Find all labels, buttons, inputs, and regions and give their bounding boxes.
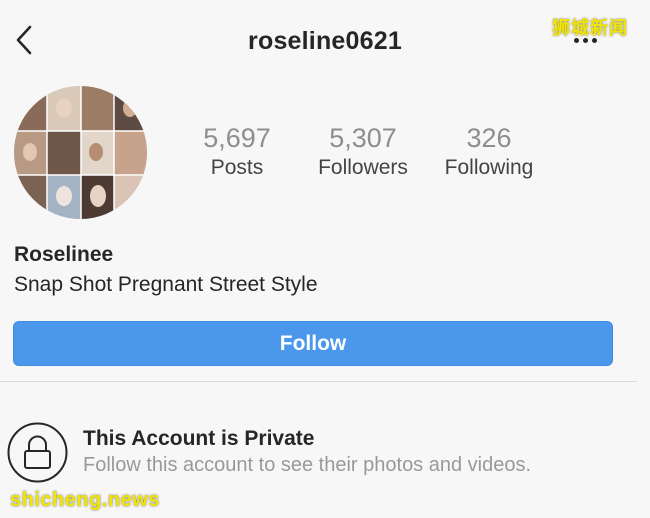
avatar-collage-image <box>14 86 147 219</box>
private-account-title: This Account is Private <box>83 427 315 450</box>
lock-icon <box>7 422 68 483</box>
following-label: Following <box>444 156 534 179</box>
watermark-bottom: shicheng.news <box>10 489 160 511</box>
stat-followers[interactable]: 5,307 Followers <box>293 122 433 182</box>
posts-count: 5,697 <box>203 123 271 153</box>
profile-bio: Snap Shot Pregnant Street Style <box>14 273 318 296</box>
stat-following[interactable]: 326 Following <box>419 122 559 182</box>
profile-avatar[interactable] <box>14 86 147 219</box>
posts-label: Posts <box>210 156 264 179</box>
section-divider <box>0 381 637 382</box>
followers-count: 5,307 <box>329 123 397 153</box>
private-account-subtitle: Follow this account to see their photos … <box>83 454 532 476</box>
followers-label: Followers <box>318 156 408 179</box>
stat-posts[interactable]: 5,697 Posts <box>167 122 307 182</box>
watermark-top: 狮城新闻 <box>552 18 628 38</box>
following-count: 326 <box>466 123 512 153</box>
profile-display-name: Roselinee <box>14 243 114 266</box>
follow-button[interactable]: Follow <box>13 321 613 366</box>
